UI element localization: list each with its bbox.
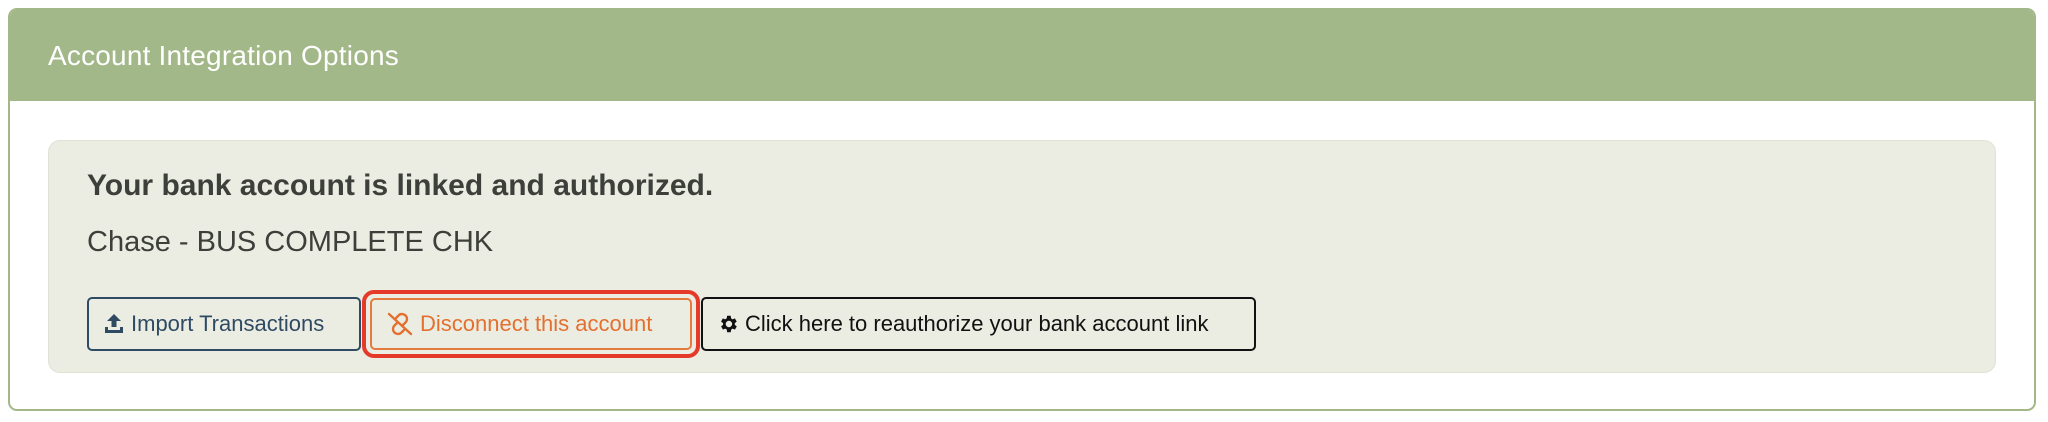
- link-status-panel: Your bank account is linked and authoriz…: [48, 140, 1996, 373]
- upload-icon: [103, 312, 125, 336]
- account-integration-card: Account Integration Options Your bank ac…: [8, 8, 2036, 411]
- card-title: Account Integration Options: [48, 39, 399, 71]
- disconnect-account-label: Disconnect this account: [420, 311, 653, 336]
- disconnect-highlight-ring: Disconnect this account: [362, 290, 700, 358]
- link-status-heading: Your bank account is linked and authoriz…: [87, 169, 714, 202]
- gear-icon: [717, 313, 739, 335]
- import-transactions-button[interactable]: Import Transactions: [87, 297, 361, 351]
- card-body: Your bank account is linked and authoriz…: [10, 101, 2034, 373]
- reauthorize-bank-link-label: Click here to reauthorize your bank acco…: [745, 311, 1209, 336]
- reauthorize-bank-link-button[interactable]: Click here to reauthorize your bank acco…: [701, 297, 1256, 351]
- disconnect-account-button[interactable]: Disconnect this account: [370, 298, 692, 350]
- linked-account-name: Chase - BUS COMPLETE CHK: [87, 226, 494, 258]
- account-actions: Import Transactions Disconnect this acco…: [87, 290, 1256, 358]
- card-header: Account Integration Options: [10, 10, 2034, 101]
- import-transactions-label: Import Transactions: [131, 311, 325, 336]
- unlink-icon: [386, 311, 414, 337]
